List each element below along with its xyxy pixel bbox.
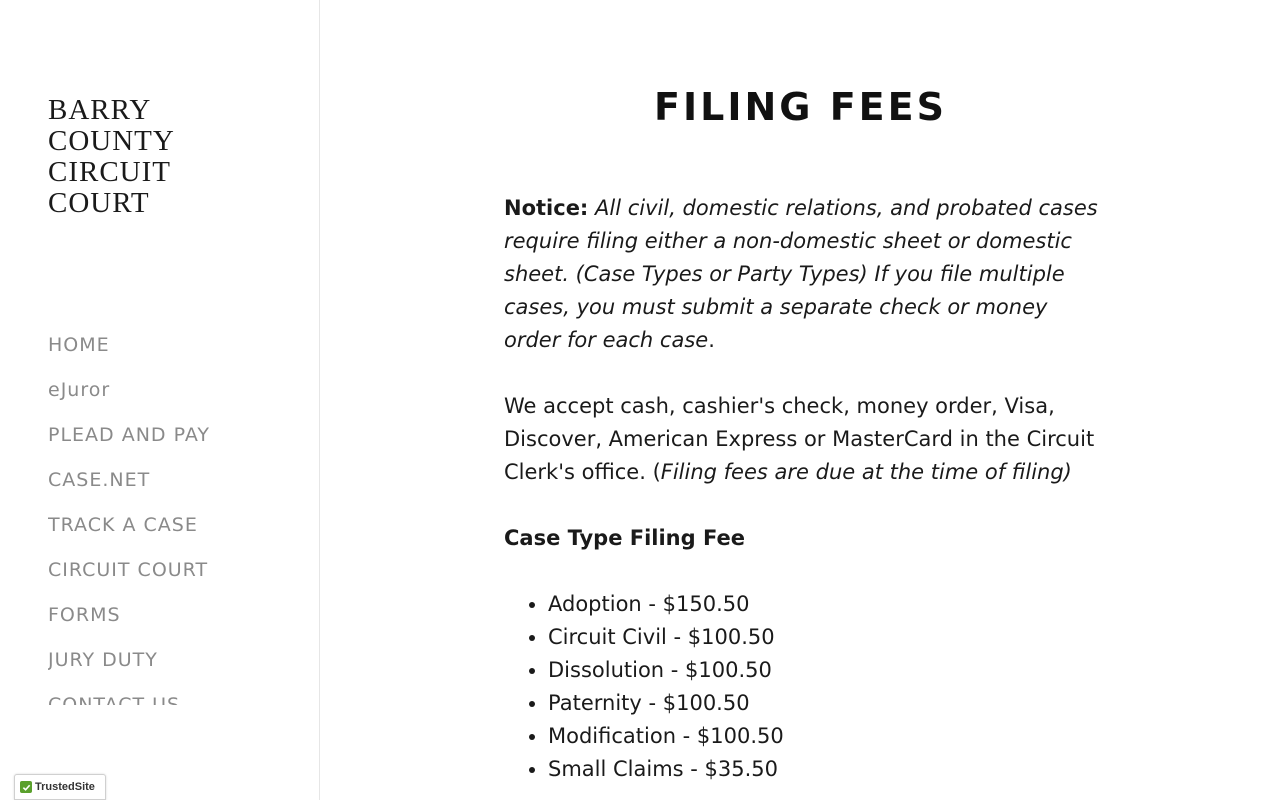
notice-end: .	[708, 328, 715, 352]
nav-item-ejuror[interactable]: eJuror	[48, 375, 308, 420]
content-body: Notice: All civil, domestic relations, a…	[504, 192, 1104, 786]
sidebar: BARRY COUNTY CIRCUIT COURT HOME eJuror P…	[0, 0, 320, 800]
fee-item: Paternity - $100.50	[548, 687, 1104, 720]
nav-item-forms[interactable]: FORMS	[48, 600, 308, 645]
main-nav: HOME eJuror PLEAD AND PAY CASE.NET TRACK…	[48, 330, 308, 705]
check-icon	[20, 781, 32, 793]
trustedsite-label: TrustedSite	[35, 781, 95, 793]
fee-item: Circuit Civil - $100.50	[548, 621, 1104, 654]
nav-item-jury-duty[interactable]: JURY DUTY	[48, 645, 308, 690]
nav-item-track-a-case[interactable]: TRACK A CASE	[48, 510, 308, 555]
site-title-line: COUNTY	[48, 125, 175, 157]
site-title-line: CIRCUIT	[48, 156, 171, 188]
site-title[interactable]: BARRY COUNTY CIRCUIT COURT	[48, 95, 248, 219]
nav-item-case-net[interactable]: CASE.NET	[48, 465, 308, 510]
fee-item: Dissolution - $100.50	[548, 654, 1104, 687]
fee-item: Modification - $100.50	[548, 720, 1104, 753]
fee-item: Adoption - $150.50	[548, 588, 1104, 621]
page: BARRY COUNTY CIRCUIT COURT HOME eJuror P…	[0, 0, 1280, 800]
nav-item-plead-and-pay[interactable]: PLEAD AND PAY	[48, 420, 308, 465]
page-title: FILING FEES	[654, 85, 947, 129]
fees-list: Adoption - $150.50 Circuit Civil - $100.…	[504, 588, 1104, 786]
nav-item-contact-us[interactable]: CONTACT US	[48, 690, 308, 705]
main-content: FILING FEES Notice: All civil, domestic …	[321, 0, 1280, 800]
site-title-line: BARRY	[48, 94, 152, 126]
fees-heading: Case Type Filing Fee	[504, 526, 745, 550]
payment-paragraph: We accept cash, cashier's check, money o…	[504, 390, 1104, 489]
nav-item-circuit-court[interactable]: CIRCUIT COURT	[48, 555, 308, 600]
trustedsite-badge[interactable]: TrustedSite	[14, 774, 106, 800]
notice-paragraph: Notice: All civil, domestic relations, a…	[504, 192, 1104, 357]
nav-item-home[interactable]: HOME	[48, 330, 308, 375]
payment-note: Filing fees are due at the time of filin…	[660, 460, 1072, 484]
notice-text: All civil, domestic relations, and proba…	[504, 196, 1098, 352]
site-title-line: COURT	[48, 187, 150, 219]
fee-item: Small Claims - $35.50	[548, 753, 1104, 786]
notice-label: Notice:	[504, 196, 589, 220]
